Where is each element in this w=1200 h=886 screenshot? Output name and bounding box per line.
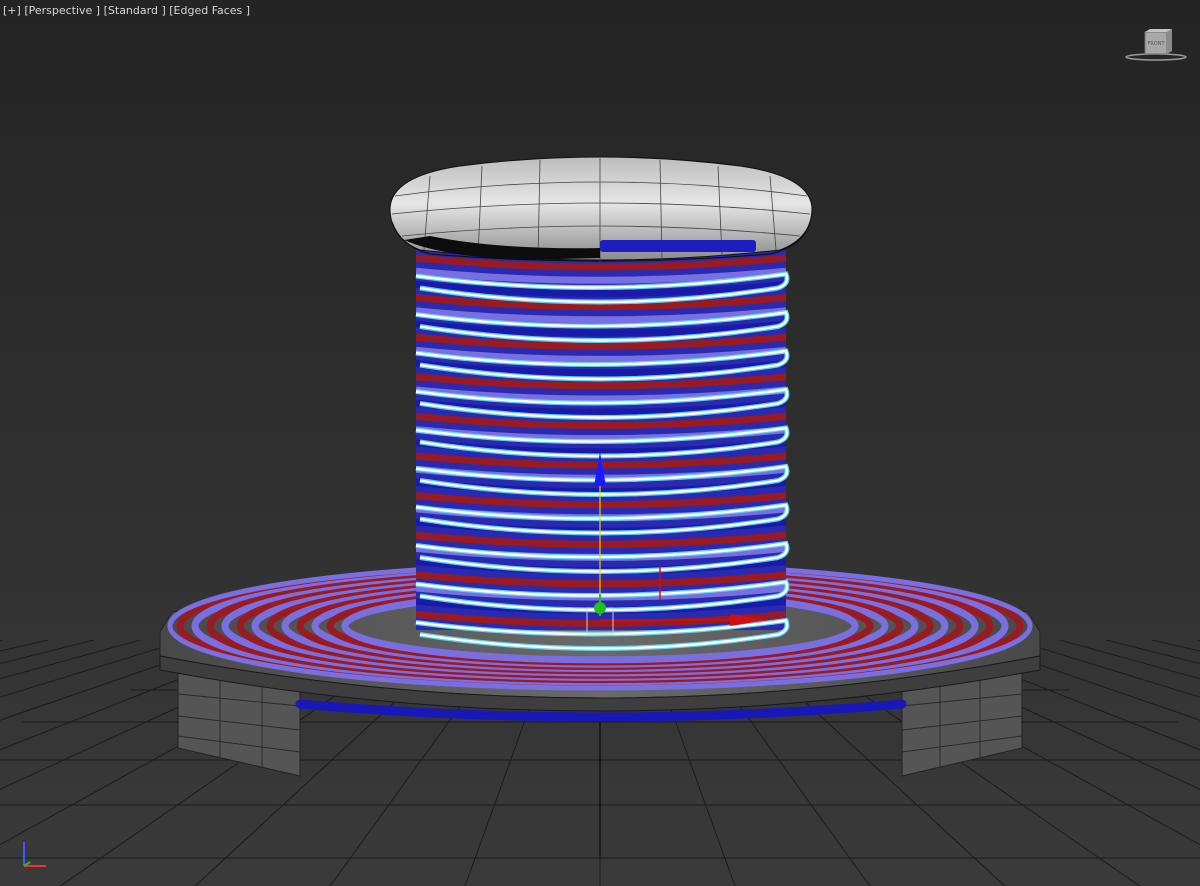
helical-coil[interactable] xyxy=(415,250,790,651)
top-toroid-cap[interactable] xyxy=(389,156,813,262)
perspective-viewport[interactable]: [+] [Perspective ] [Standard ] [Edged Fa… xyxy=(0,0,1200,886)
axis-tripod-icon xyxy=(23,842,46,867)
viewcube-face-label: FRONT xyxy=(1147,41,1165,47)
viewcube-icon[interactable]: FRONT xyxy=(1124,28,1188,62)
scene-canvas[interactable] xyxy=(0,0,1200,886)
